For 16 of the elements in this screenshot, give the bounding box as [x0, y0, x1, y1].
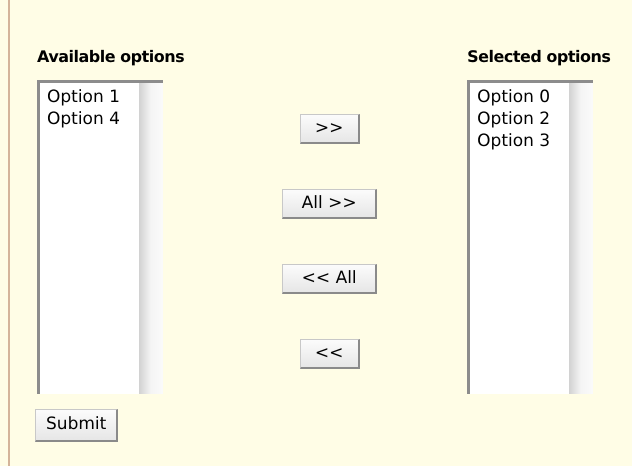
list-option[interactable]: Option 4: [47, 108, 139, 130]
transfer-button[interactable]: << All: [282, 264, 378, 294]
list-option[interactable]: Option 2: [477, 108, 570, 130]
list-box[interactable]: Option 0 Option 2 Option 3: [467, 80, 594, 394]
transfer-button[interactable]: <<: [300, 339, 360, 369]
list-option[interactable]: Option 1: [47, 86, 139, 108]
list-option[interactable]: Option 0: [477, 86, 570, 108]
list-box[interactable]: Option 1 Option 4: [37, 80, 163, 394]
transfer-button[interactable]: >>: [300, 114, 360, 144]
scrollbar[interactable]: [139, 83, 163, 394]
list-label: Selected options: [467, 46, 610, 68]
list-option[interactable]: Option 3: [477, 130, 570, 152]
list-label: Available options: [37, 46, 184, 68]
submit-button[interactable]: Submit: [35, 409, 118, 442]
transfer-button[interactable]: All >>: [282, 189, 378, 219]
scrollbar[interactable]: [569, 83, 594, 394]
